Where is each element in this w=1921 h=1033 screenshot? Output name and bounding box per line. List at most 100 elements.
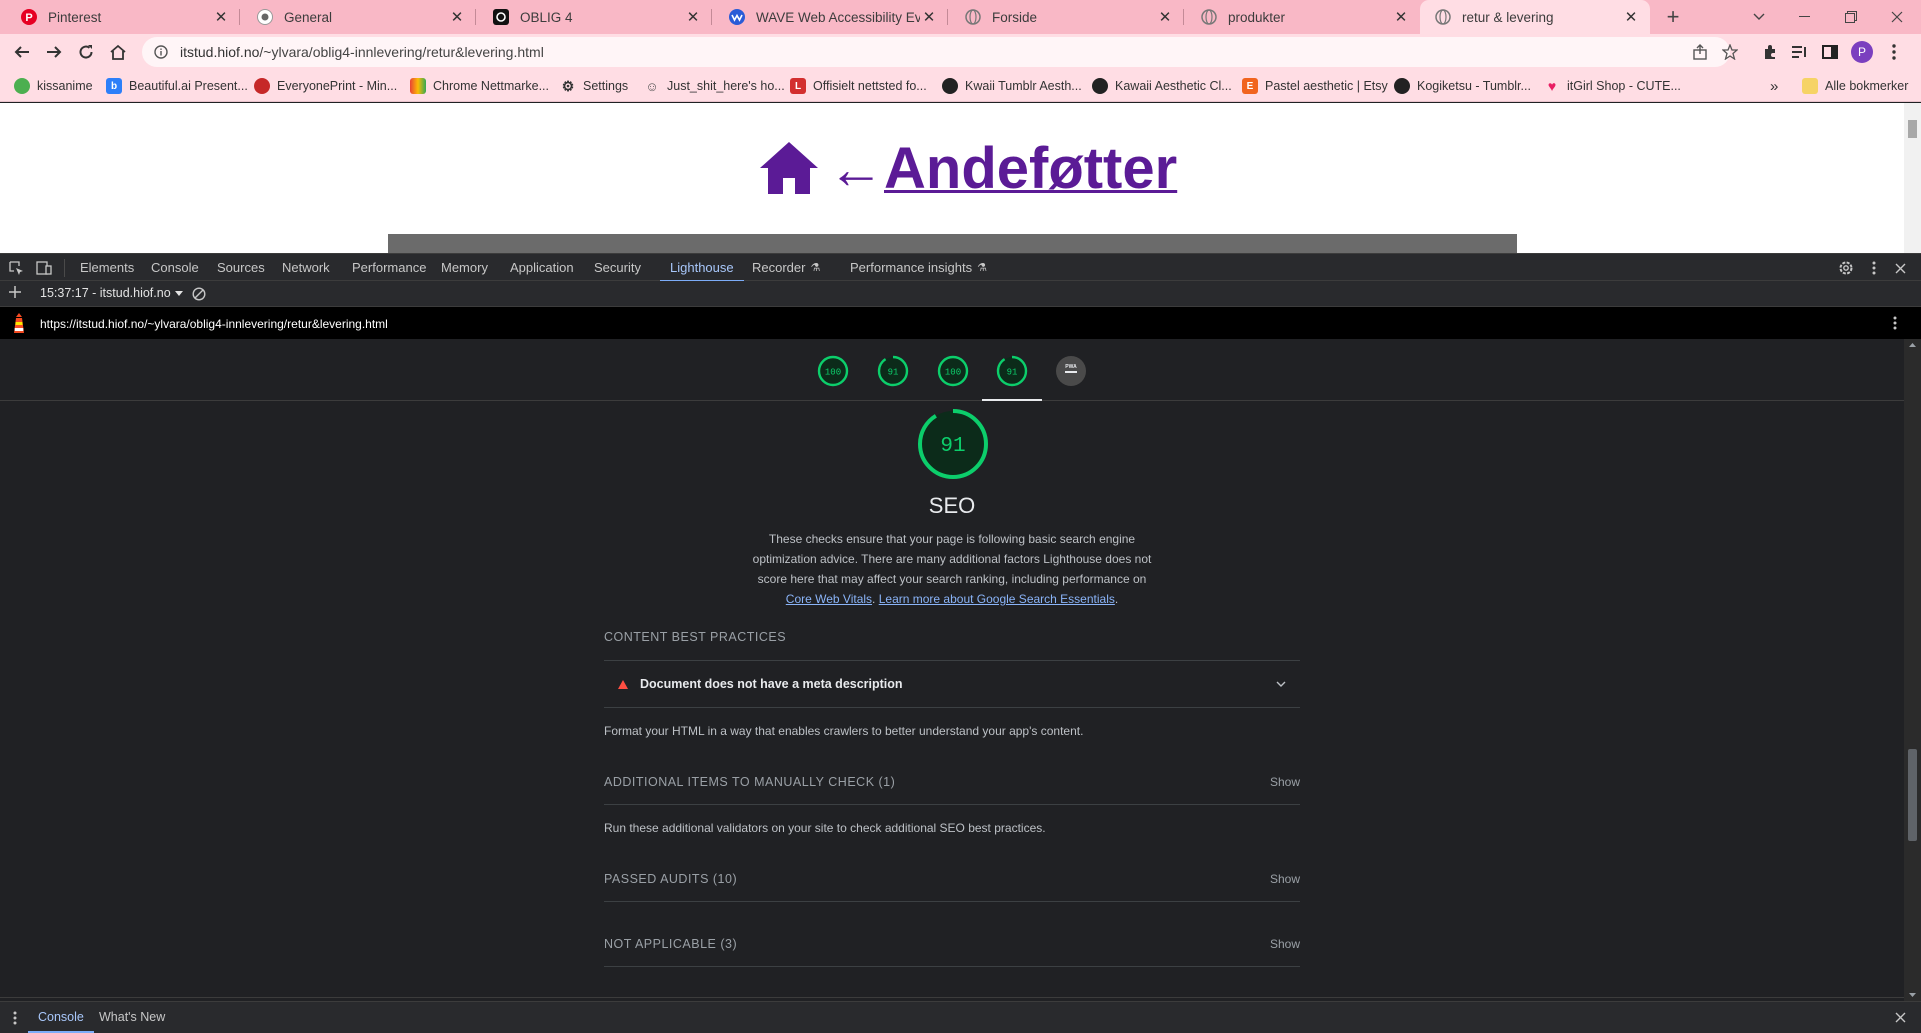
devtools-menu-icon[interactable]	[1864, 258, 1884, 278]
minimize-icon[interactable]	[1782, 0, 1828, 34]
report-scrollbar[interactable]	[1904, 339, 1921, 1001]
home-icon[interactable]	[758, 140, 820, 196]
category-title: SEO	[928, 493, 976, 518]
browser-tab[interactable]: WAVE Web Accessibility Evaluat ✕	[714, 0, 948, 34]
show-button[interactable]: Show	[1270, 775, 1300, 789]
tab-sources[interactable]: Sources	[207, 254, 275, 281]
bookmark-star-icon[interactable]	[1716, 38, 1744, 66]
extensions-icon[interactable]	[1756, 38, 1784, 66]
all-bookmarks-item[interactable]: Alle bokmerker	[1802, 76, 1908, 96]
bookmark-item[interactable]: Kogiketsu - Tumblr...	[1394, 76, 1531, 96]
divider	[604, 707, 1300, 708]
back-icon[interactable]	[8, 38, 36, 66]
scrollbar-thumb[interactable]	[1908, 120, 1917, 138]
drawer-tab-console[interactable]: Console	[28, 1002, 94, 1033]
chevron-down-icon[interactable]	[1276, 681, 1286, 687]
new-report-icon[interactable]	[8, 285, 26, 303]
inspect-element-icon[interactable]	[6, 258, 26, 278]
group-header-manual-checks[interactable]: ADDITIONAL ITEMS TO MANUALLY CHECK (1) Sh…	[604, 774, 1300, 790]
bookmarks-overflow-button[interactable]: »	[1770, 76, 1778, 96]
bookmark-item[interactable]: Chrome Nettmarke...	[410, 76, 549, 96]
best-practices-score-gauge[interactable]: 100	[937, 355, 969, 387]
forward-icon[interactable]	[40, 38, 68, 66]
share-icon[interactable]	[1686, 38, 1714, 66]
scroll-down-icon[interactable]	[1904, 989, 1921, 1001]
tab-performance[interactable]: Performance	[342, 254, 436, 281]
bookmark-item[interactable]: ♥ itGirl Shop - CUTE...	[1544, 76, 1681, 96]
tab-console[interactable]: Console	[141, 254, 209, 281]
show-button[interactable]: Show	[1270, 872, 1300, 886]
tab-application[interactable]: Application	[500, 254, 584, 281]
bookmark-item[interactable]: L Offisielt nettsted fo...	[790, 76, 927, 96]
window-close-icon[interactable]	[1874, 0, 1920, 34]
tab-lighthouse[interactable]: Lighthouse	[660, 254, 744, 282]
site-info-icon[interactable]	[154, 45, 170, 59]
browser-tab[interactable]: P Pinterest ✕	[6, 0, 240, 34]
bookmark-item[interactable]: E Pastel aesthetic | Etsy	[1242, 76, 1388, 96]
address-bar[interactable]: itstud.hiof.no/~ylvara/oblig4-innleverin…	[142, 37, 1730, 67]
menu-kebab-icon[interactable]	[1880, 38, 1908, 66]
performance-score-gauge[interactable]: 100	[817, 355, 849, 387]
group-header-not-applicable[interactable]: NOT APPLICABLE (3) Show	[604, 936, 1300, 952]
bookmark-item[interactable]: kissanime	[14, 76, 93, 96]
search-essentials-link[interactable]: Learn more about Google Search Essential…	[879, 592, 1115, 606]
scroll-up-icon[interactable]	[1904, 339, 1921, 351]
reload-icon[interactable]	[72, 38, 100, 66]
back-link[interactable]: ←	[828, 136, 884, 201]
page-nav-bar	[388, 234, 1517, 253]
bookmark-item[interactable]: Kwaii Tumblr Aesth...	[942, 76, 1082, 96]
accessibility-score-gauge[interactable]: 91	[877, 355, 909, 387]
media-controls-icon[interactable]	[1786, 38, 1814, 66]
show-button[interactable]: Show	[1270, 937, 1300, 951]
new-tab-button[interactable]: +	[1650, 0, 1696, 34]
report-menu-icon[interactable]	[1893, 316, 1897, 330]
close-drawer-icon[interactable]	[1895, 1012, 1906, 1023]
clear-reports-icon[interactable]	[192, 287, 206, 301]
tab-network[interactable]: Network	[272, 254, 340, 281]
tab-performance-insights[interactable]: Performance insights ⚗	[840, 254, 997, 281]
close-tab-icon[interactable]: ✕	[920, 8, 938, 26]
bookmark-item[interactable]: Kawaii Aesthetic Cl...	[1092, 76, 1232, 96]
tab-title: Pinterest	[48, 9, 102, 25]
tab-recorder[interactable]: Recorder ⚗	[742, 254, 830, 281]
drawer-menu-icon[interactable]	[13, 1011, 17, 1025]
bookmark-item[interactable]: EveryonePrint - Min...	[254, 76, 397, 96]
audit-meta-description[interactable]: Document does not have a meta descriptio…	[604, 661, 1300, 707]
gauge-svg: 100	[937, 355, 969, 387]
tab-security[interactable]: Security	[584, 254, 651, 281]
close-tab-icon[interactable]: ✕	[448, 8, 466, 26]
settings-gear-icon[interactable]	[1836, 258, 1856, 278]
side-panel-icon[interactable]	[1816, 38, 1844, 66]
bookmark-item[interactable]: ☺ Just_shit_here's ho...	[644, 76, 784, 96]
report-selector[interactable]: 15:37:17 - itstud.hiof.no	[40, 286, 183, 300]
device-toolbar-icon[interactable]	[34, 258, 54, 278]
browser-tab[interactable]: General ✕	[242, 0, 476, 34]
pwa-badge-icon[interactable]: PWA	[1055, 355, 1087, 387]
page-title-link[interactable]: Andeføtter	[884, 135, 1177, 202]
tab-search-icon[interactable]	[1736, 0, 1782, 34]
tab-elements[interactable]: Elements	[70, 254, 144, 281]
close-tab-icon[interactable]: ✕	[212, 8, 230, 26]
drawer-tab-whats-new[interactable]: What's New	[89, 1002, 175, 1032]
restore-icon[interactable]	[1828, 0, 1874, 34]
bookmark-item[interactable]: b Beautiful.ai Present...	[106, 76, 248, 96]
seo-score-gauge[interactable]: 91	[996, 355, 1028, 387]
home-icon[interactable]	[104, 38, 132, 66]
close-tab-icon[interactable]: ✕	[684, 8, 702, 26]
group-header-passed-audits[interactable]: PASSED AUDITS (10) Show	[604, 871, 1300, 887]
core-web-vitals-link[interactable]: Core Web Vitals	[786, 592, 872, 606]
scrollbar-thumb[interactable]	[1908, 749, 1917, 841]
browser-tab[interactable]: OBLIG 4 ✕	[478, 0, 712, 34]
browser-tab-active[interactable]: retur & levering ✕	[1420, 0, 1650, 34]
report-url[interactable]: https://itstud.hiof.no/~ylvara/oblig4-in…	[40, 317, 388, 331]
close-tab-icon[interactable]: ✕	[1392, 8, 1410, 26]
close-tab-icon[interactable]: ✕	[1622, 8, 1640, 26]
page-scrollbar[interactable]	[1904, 103, 1921, 253]
profile-avatar[interactable]: P	[1848, 38, 1876, 66]
tab-memory[interactable]: Memory	[431, 254, 498, 281]
close-devtools-icon[interactable]	[1890, 258, 1910, 278]
bookmark-item[interactable]: ⚙ Settings	[560, 76, 628, 96]
browser-tab[interactable]: Forside ✕	[950, 0, 1184, 34]
close-tab-icon[interactable]: ✕	[1156, 8, 1174, 26]
browser-tab[interactable]: produkter ✕	[1186, 0, 1420, 34]
